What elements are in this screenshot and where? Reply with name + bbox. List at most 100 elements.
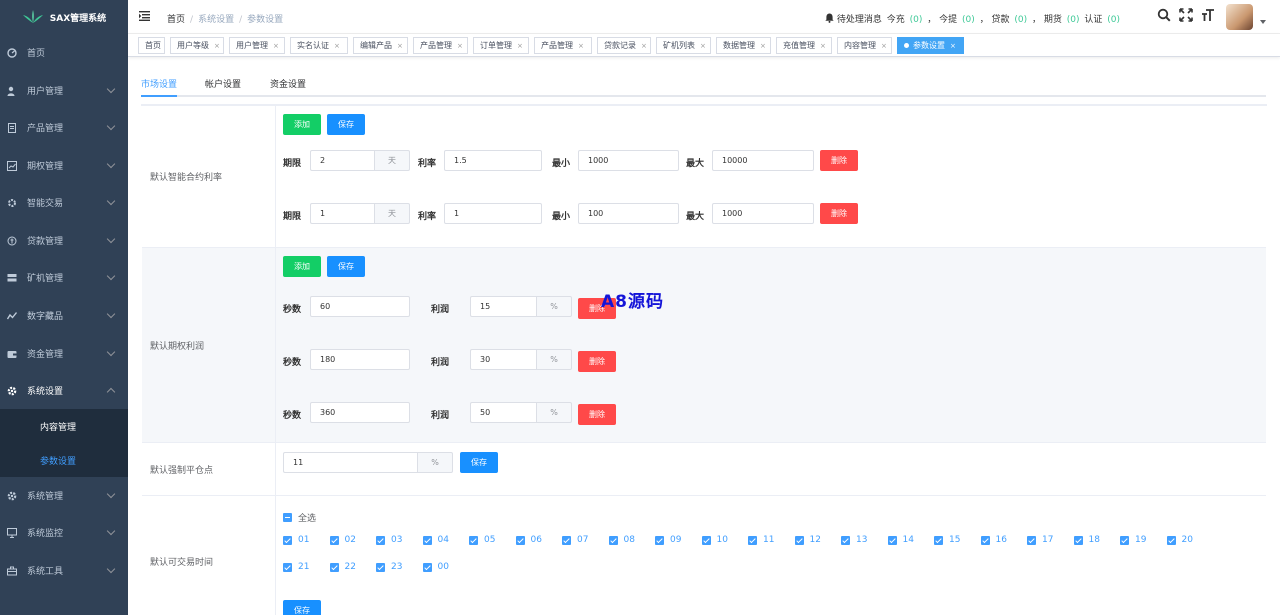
hour-checkbox[interactable]: 10 [701,535,728,545]
sidebar-item-8[interactable]: 数字藏品 [0,297,128,334]
tag-item[interactable]: 实名认证 × [290,37,348,54]
hour-checkbox[interactable]: 04 [422,535,449,545]
hour-checkbox[interactable]: 16 [980,535,1007,545]
hour-checkbox[interactable]: 21 [283,562,309,572]
save-button[interactable]: 保存 [327,114,365,135]
hour-checkbox[interactable]: 12 [794,535,821,545]
hour-checkbox[interactable]: 09 [655,535,681,545]
tag-item[interactable]: 矿机列表 × [656,37,711,54]
add-button[interactable]: 添加 [283,256,321,277]
max-input[interactable]: 1000 [712,203,814,224]
hour-checkbox[interactable]: 02 [329,535,356,545]
hour-checkbox[interactable]: 18 [1073,535,1100,545]
profit-value[interactable]: 15 [470,296,536,317]
hour-checkbox[interactable]: 07 [562,535,588,545]
sidebar-item-9[interactable]: 资金管理 [0,335,128,372]
tag-item[interactable]: 产品管理 × [413,37,468,54]
liquidation-value[interactable]: 11 [283,452,417,473]
close-icon[interactable]: × [881,42,887,50]
tag-item[interactable]: 用户管理 × [229,37,285,54]
sidebar-item-6[interactable]: 贷款管理 [0,222,128,259]
max-input[interactable]: 10000 [712,150,814,171]
sidebar-item-2[interactable]: 用户管理 [0,72,128,109]
caret-down-icon[interactable] [1260,20,1266,24]
profit-input[interactable]: 15% [470,296,572,317]
sidebar-item-1[interactable]: 首页 [0,34,128,71]
tag-item[interactable]: 编辑产品 × [353,37,408,54]
hour-checkbox[interactable]: 17 [1027,535,1053,545]
tag-item[interactable]: 数据管理 × [716,37,771,54]
tag-item[interactable]: 订单管理 × [473,37,529,54]
font-size-icon[interactable] [1201,8,1215,22]
sidebar-subitem-content[interactable]: 内容管理 [0,409,128,443]
close-icon[interactable]: × [214,42,220,50]
hour-checkbox[interactable]: 23 [376,562,402,572]
tab-market-settings[interactable]: 市场设置 [141,77,178,97]
close-icon[interactable]: × [700,42,706,50]
add-button[interactable]: 添加 [283,114,321,135]
hour-checkbox[interactable]: 19 [1120,535,1146,545]
tag-item[interactable]: 产品管理 × [534,37,592,54]
sidebar-item-7[interactable]: 矿机管理 [0,259,128,296]
tab-account-settings[interactable]: 帐户设置 [205,77,241,97]
min-input[interactable]: 100 [578,203,679,224]
seconds-input[interactable]: 360 [310,402,410,423]
min-input[interactable]: 1000 [578,150,679,171]
tag-item[interactable]: 首页 [138,37,165,54]
hour-checkbox[interactable]: 11 [748,535,774,545]
profit-input[interactable]: 30% [470,349,572,370]
sidebar-subitem-params[interactable]: 参数设置 [0,443,128,477]
save-button[interactable]: 保存 [327,256,365,277]
close-icon[interactable]: × [517,42,523,50]
search-icon[interactable] [1157,8,1171,22]
seconds-input[interactable]: 180 [310,349,410,370]
tag-item[interactable]: 用户等级 × [170,37,224,54]
close-icon[interactable]: × [273,42,279,50]
hour-checkbox[interactable]: 00 [422,562,449,572]
fullscreen-icon[interactable] [1179,8,1193,22]
hour-checkbox[interactable]: 15 [934,535,960,545]
breadcrumb-home[interactable]: 首页 [167,15,185,25]
tag-item[interactable]: 参数设置 × [897,37,964,54]
period-input[interactable]: 2天 [310,150,410,171]
sidebar-item-5[interactable]: 智能交易 [0,184,128,221]
delete-button[interactable]: 删除 [820,150,858,171]
period-input[interactable]: 1天 [310,203,410,224]
hour-checkbox[interactable]: 14 [887,535,914,545]
sidebar-item-10[interactable]: 系统设置 [0,372,128,409]
close-icon[interactable]: × [820,42,826,50]
save-button[interactable]: 保存 [283,600,321,615]
close-icon[interactable]: × [578,42,584,50]
seconds-input[interactable]: 60 [310,296,410,317]
hour-checkbox[interactable]: 08 [608,535,635,545]
tag-item[interactable]: 贷款记录 × [597,37,651,54]
tag-item[interactable]: 充值管理 × [776,37,832,54]
hour-checkbox[interactable]: 05 [469,535,495,545]
hour-checkbox[interactable]: 20 [1166,535,1193,545]
hour-checkbox[interactable]: 01 [283,535,309,545]
hour-checkbox[interactable]: 13 [841,535,867,545]
hamburger-icon[interactable] [139,11,150,21]
select-all-checkbox[interactable]: 全选 [283,511,316,524]
profit-value[interactable]: 50 [470,402,536,423]
sidebar-item-3[interactable]: 产品管理 [0,109,128,146]
close-icon[interactable]: × [760,42,766,50]
close-icon[interactable]: × [950,42,956,50]
sidebar-item-12[interactable]: 系统监控 [0,514,128,551]
period-value[interactable]: 1 [310,203,374,224]
sidebar-item-11[interactable]: 系统管理 [0,477,128,514]
rate-input[interactable]: 1.5 [444,150,542,171]
delete-button[interactable]: 删除 [578,404,616,425]
hour-checkbox[interactable]: 06 [515,535,542,545]
tab-fund-settings[interactable]: 资金设置 [270,77,306,97]
rate-input[interactable]: 1 [444,203,542,224]
sidebar-item-4[interactable]: 期权管理 [0,147,128,184]
delete-button[interactable]: 删除 [820,203,858,224]
pending-notice[interactable]: 待处理消息 今充 (0) ， 今提 (0) ， 贷款 (0) ， 期货 (0) … [825,12,1122,25]
save-button[interactable]: 保存 [460,452,498,473]
period-value[interactable]: 2 [310,150,374,171]
hour-checkbox[interactable]: 22 [329,562,356,572]
close-icon[interactable]: × [457,42,463,50]
profit-input[interactable]: 50% [470,402,572,423]
tag-item[interactable]: 内容管理 × [837,37,892,54]
